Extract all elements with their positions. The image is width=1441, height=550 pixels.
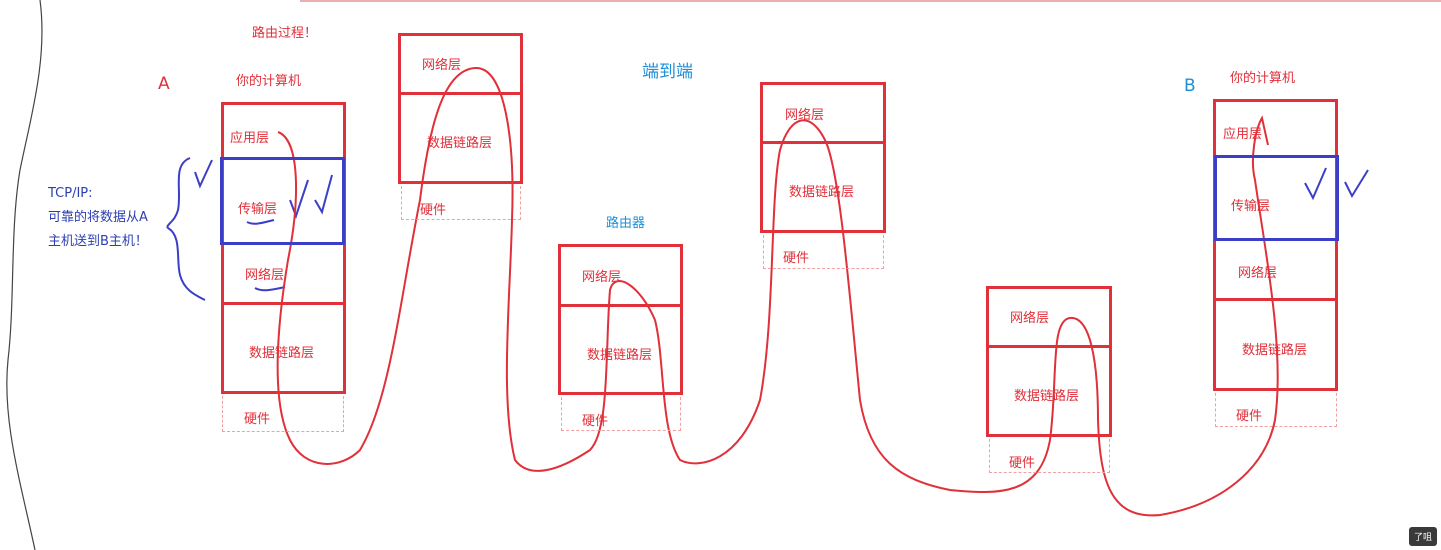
tcpip-note: TCP/IP: 可靠的将数据从A 主机送到B主机！	[48, 182, 148, 254]
router1-hardware-box	[401, 186, 521, 220]
host-a-hardware: 硬件	[244, 412, 271, 427]
router4-hardware-box	[989, 439, 1110, 473]
router2-hardware-box	[561, 397, 681, 431]
host-a-letter: A	[158, 74, 170, 94]
host-a-hardware-box	[222, 396, 344, 432]
router3-datalink-layer: 数据链路层	[789, 185, 855, 200]
host-b-transport-layer: 传输层	[1231, 199, 1271, 214]
router4-datalink-layer: 数据链路层	[1014, 389, 1080, 404]
router3-network-layer: 网络层	[785, 108, 825, 123]
tcpip-note-line: 主机送到B主机！	[48, 234, 148, 249]
host-b-hardware-box	[1215, 393, 1337, 427]
host-b-datalink-layer: 数据链路层	[1242, 343, 1308, 358]
router2-hardware: 硬件	[582, 414, 609, 429]
host-a-network-layer: 网络层	[245, 268, 285, 283]
host-b-name: 你的计算机	[1230, 71, 1296, 86]
host-b-app-layer: 应用层	[1223, 127, 1263, 142]
router4-hardware: 硬件	[1009, 456, 1036, 471]
router1-hardware: 硬件	[420, 203, 447, 218]
diagram-title: 路由过程！	[252, 26, 318, 41]
host-b-network-layer: 网络层	[1238, 266, 1278, 281]
host-a-app-layer: 应用层	[230, 131, 270, 146]
tcpip-note-line: 可靠的将数据从A	[48, 210, 148, 225]
router1-network-layer: 网络层	[422, 58, 462, 73]
end-to-end-label: 端到端	[642, 62, 693, 82]
corner-badge: 了咀	[1408, 527, 1437, 546]
host-b-hardware: 硬件	[1236, 409, 1263, 424]
host-a-name: 你的计算机	[236, 74, 302, 89]
host-a-transport-layer: 传输层	[238, 202, 278, 217]
router4-network-layer: 网络层	[1010, 311, 1050, 326]
router1-datalink-layer: 数据链路层	[427, 136, 493, 151]
host-b-letter: B	[1184, 76, 1196, 96]
router2-datalink-layer: 数据链路层	[587, 348, 653, 363]
host-a-datalink-layer: 数据链路层	[249, 346, 315, 361]
router2-network-layer: 网络层	[582, 270, 622, 285]
tcpip-note-line: TCP/IP:	[48, 186, 93, 201]
router3-hardware: 硬件	[783, 251, 810, 266]
router3-hardware-box	[763, 235, 884, 269]
router-label: 路由器	[606, 216, 646, 231]
